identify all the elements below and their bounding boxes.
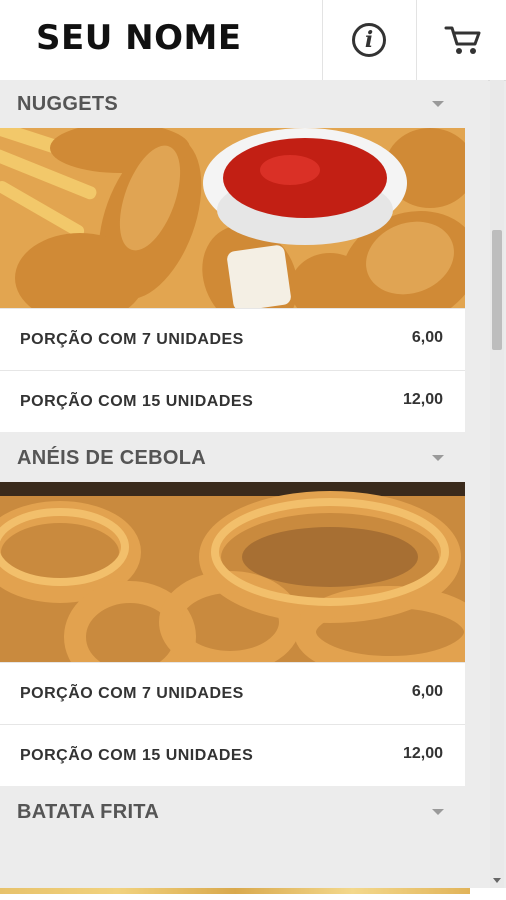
chevron-down-icon [432, 455, 444, 461]
onion-rings-photo [0, 482, 465, 662]
menu-list[interactable]: NUGGETS PORÇÃO COM 7 UNIDADES 6,00 PORÇÃ… [0, 80, 488, 888]
section-card: PORÇÃO COM 7 UNIDADES 6,00 PORÇÃO COM 15… [0, 128, 465, 432]
item-price: 12,00 [402, 745, 443, 762]
section-title: ANÉIS DE CEBOLA [17, 446, 206, 469]
info-button[interactable]: i [322, 0, 415, 80]
fries-photo [0, 888, 470, 894]
cart-icon [444, 26, 481, 54]
scroll-down-icon[interactable] [493, 878, 501, 883]
section-header-batata-frita[interactable]: BATATA FRITA [0, 788, 488, 836]
section-header-aneis-de-cebola[interactable]: ANÉIS DE CEBOLA [0, 434, 488, 482]
section-title: NUGGETS [17, 92, 118, 115]
menu-item-row[interactable]: PORÇÃO COM 15 UNIDADES 12,00 [0, 370, 465, 432]
section-header-nuggets[interactable]: NUGGETS [0, 80, 488, 128]
item-label: PORÇÃO COM 15 UNIDADES [20, 746, 254, 764]
item-label: PORÇÃO COM 15 UNIDADES [20, 392, 254, 410]
app-header: SEU NOME i [0, 0, 506, 81]
menu-item-row[interactable]: PORÇÃO COM 7 UNIDADES 6,00 [0, 308, 465, 370]
cart-button[interactable] [416, 0, 506, 80]
chevron-down-icon [432, 809, 444, 815]
nuggets-photo [0, 128, 465, 308]
scrollbar[interactable] [490, 80, 504, 888]
section-title: BATATA FRITA [17, 800, 160, 823]
info-icon: i [352, 23, 386, 57]
item-price: 12,00 [402, 391, 443, 408]
scrollbar-thumb[interactable] [492, 230, 502, 350]
item-price: 6,00 [411, 683, 443, 700]
menu-item-row[interactable]: PORÇÃO COM 15 UNIDADES 12,00 [0, 724, 465, 786]
fries-photo-edge [0, 888, 506, 900]
item-label: PORÇÃO COM 7 UNIDADES [20, 330, 244, 348]
item-price: 6,00 [411, 329, 443, 346]
chevron-down-icon [432, 101, 444, 107]
brand-title: SEU NOME [36, 18, 242, 58]
menu-item-row[interactable]: PORÇÃO COM 7 UNIDADES 6,00 [0, 662, 465, 724]
item-label: PORÇÃO COM 7 UNIDADES [20, 684, 244, 702]
section-card: PORÇÃO COM 7 UNIDADES 6,00 PORÇÃO COM 15… [0, 482, 465, 786]
